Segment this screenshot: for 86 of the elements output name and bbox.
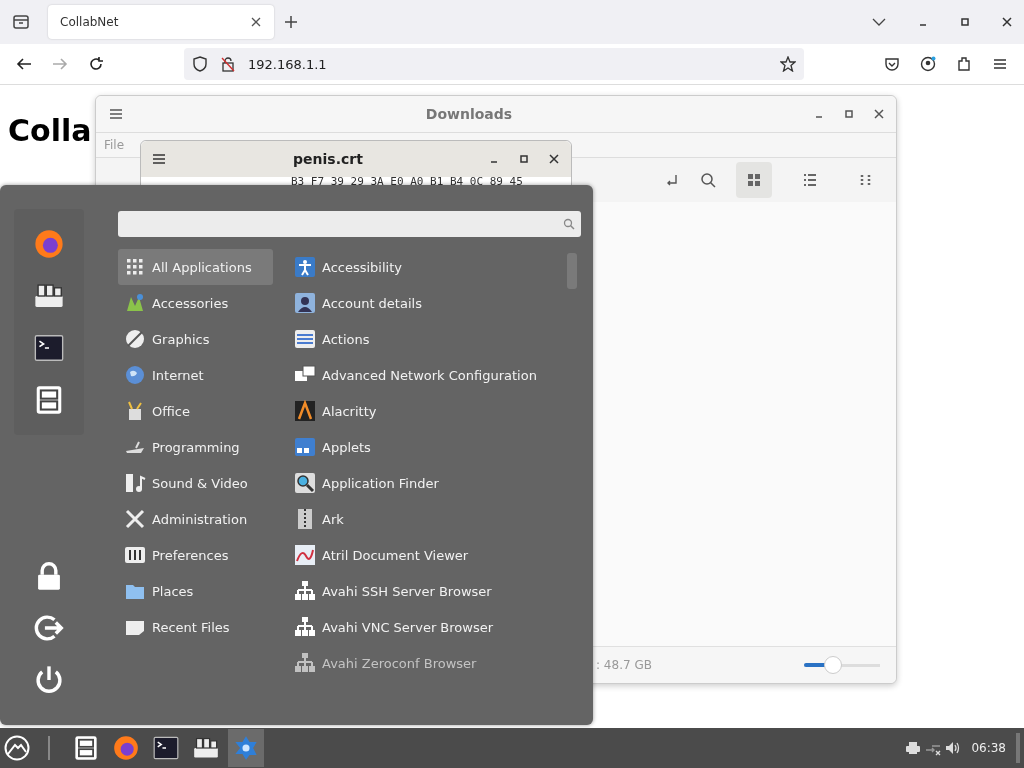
application-item[interactable]: Atril Document Viewer: [288, 537, 567, 573]
search-icon: [563, 218, 575, 230]
firefox-icon[interactable]: [34, 229, 64, 259]
network-tree-icon: [294, 616, 316, 638]
power-icon[interactable]: [34, 665, 64, 695]
account-icon[interactable]: [920, 56, 936, 72]
application-item[interactable]: Avahi SSH Server Browser: [288, 573, 567, 609]
application-item[interactable]: Advanced Network Configuration: [288, 357, 567, 393]
grid-icon: [747, 173, 761, 187]
logout-icon[interactable]: [34, 613, 64, 643]
pocket-icon[interactable]: [884, 56, 900, 72]
maximize-icon[interactable]: [844, 109, 854, 119]
applets-icon: [294, 436, 316, 458]
file-cabinet-icon[interactable]: [34, 385, 64, 415]
tab-list-icon[interactable]: [12, 13, 30, 31]
search-field[interactable]: [118, 211, 581, 237]
close-icon[interactable]: [549, 154, 559, 164]
terminal-icon: [153, 735, 179, 761]
list-window-icon: [294, 328, 316, 350]
grid-view-button[interactable]: [736, 162, 772, 198]
magnifier-icon: [294, 472, 316, 494]
sliders-icon: [124, 544, 146, 566]
maximize-icon[interactable]: [960, 17, 970, 27]
dots-grid-icon: [124, 256, 146, 278]
back-arrow-icon[interactable]: [16, 56, 32, 72]
application-item[interactable]: Accessibility: [288, 249, 567, 285]
application-item[interactable]: Account details: [288, 285, 567, 321]
application-item[interactable]: Avahi Zeroconf Browser: [288, 645, 567, 681]
reload-icon[interactable]: [88, 56, 104, 72]
file-cabinet-icon: [73, 735, 99, 761]
application-item[interactable]: Ark: [288, 501, 567, 537]
application-item[interactable]: Avahi VNC Server Browser: [288, 609, 567, 645]
address-bar[interactable]: 192.168.1.1: [184, 48, 804, 80]
application-item[interactable]: Applets: [288, 429, 567, 465]
extensions-icon[interactable]: [956, 56, 972, 72]
browser-tab[interactable]: CollabNet: [48, 5, 274, 39]
category-item[interactable]: Administration: [118, 501, 273, 537]
speaker-icon[interactable]: [945, 740, 962, 756]
list-icon: [803, 173, 817, 187]
mountain-logo-icon[interactable]: [4, 735, 30, 761]
document-icon: [294, 544, 316, 566]
category-item[interactable]: Places: [118, 573, 273, 609]
network-tree-icon: [294, 580, 316, 602]
person-icon: [294, 256, 316, 278]
application-item[interactable]: Alacritty: [288, 393, 567, 429]
account-icon: [294, 292, 316, 314]
close-icon[interactable]: [874, 109, 884, 119]
shield-icon[interactable]: [192, 56, 208, 72]
new-tab-icon[interactable]: [284, 15, 298, 29]
terminal-icon[interactable]: [34, 333, 64, 363]
search-icon[interactable]: [700, 172, 716, 188]
application-item[interactable]: Actions: [288, 321, 567, 357]
application-item[interactable]: Application Finder: [288, 465, 567, 501]
category-item[interactable]: Recent Files: [118, 609, 273, 645]
category-item[interactable]: Office: [118, 393, 273, 429]
menu-item[interactable]: File: [104, 138, 125, 152]
category-item[interactable]: All Applications: [118, 249, 273, 285]
category-item[interactable]: Graphics: [118, 321, 273, 357]
clock[interactable]: 06:38: [971, 741, 1006, 755]
menu-icon[interactable]: [151, 151, 167, 167]
film-note-icon: [124, 472, 146, 494]
maximize-icon[interactable]: [519, 154, 529, 164]
category-item[interactable]: Programming: [118, 429, 273, 465]
dots-icon: [859, 173, 873, 187]
category-item[interactable]: Internet: [118, 357, 273, 393]
category-item[interactable]: Sound & Video: [118, 465, 273, 501]
category-item[interactable]: Accessories: [118, 285, 273, 321]
terminal-a-icon: [294, 400, 316, 422]
url-text: 192.168.1.1: [248, 56, 327, 72]
globe-icon: [124, 364, 146, 386]
menu-icon[interactable]: [992, 56, 1008, 72]
firefox-icon: [113, 735, 139, 761]
network-tree-icon: [294, 652, 316, 674]
printer-icon[interactable]: [905, 740, 922, 756]
bookmark-star-icon[interactable]: [780, 56, 796, 72]
page-heading: Colla: [8, 113, 92, 148]
close-icon[interactable]: [1002, 17, 1012, 27]
hex-line: B3 F7 39 29 3A E0 A0 B1 B4 0C 89 45: [291, 177, 523, 187]
free-space-text: : 48.7 GB: [596, 658, 652, 672]
window-title: Downloads: [424, 106, 514, 122]
crossed-lock-icon[interactable]: [220, 56, 236, 72]
gear-icon: [233, 735, 259, 761]
menu-icon[interactable]: [108, 106, 124, 122]
window-title: penis.crt: [292, 151, 364, 167]
category-item[interactable]: Preferences: [118, 537, 273, 573]
close-icon[interactable]: [250, 16, 262, 28]
